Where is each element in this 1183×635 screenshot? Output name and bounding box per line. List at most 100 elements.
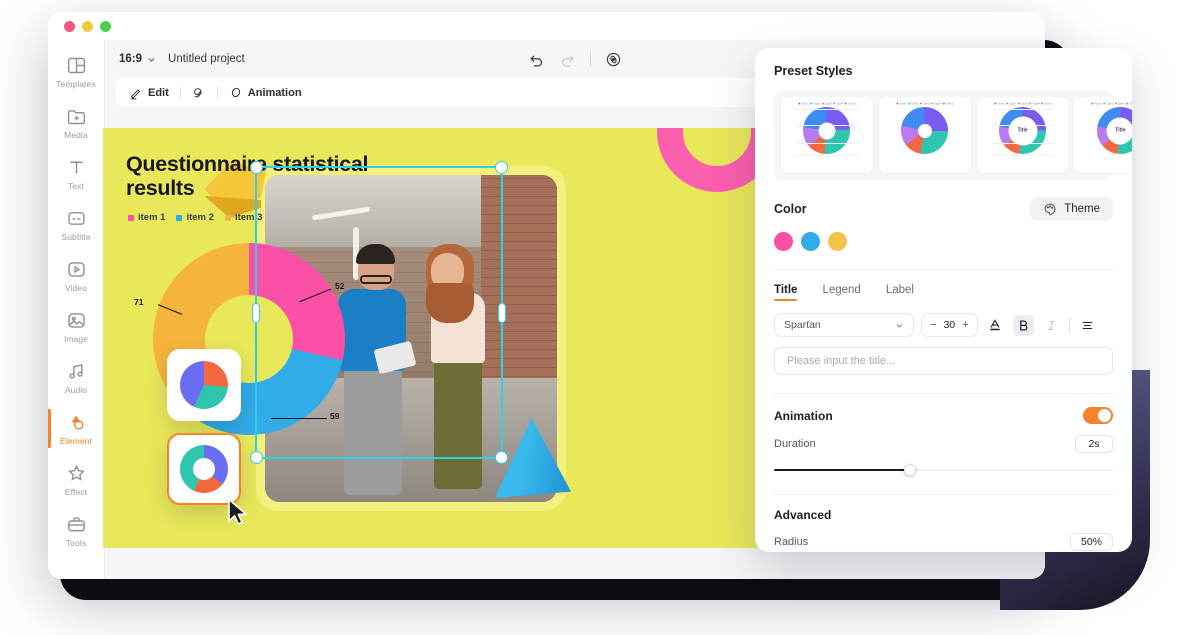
sidebar-item-video[interactable]: Video: [48, 250, 105, 301]
preset-legend-label: Type3: [1118, 102, 1126, 105]
duration-value[interactable]: 2s: [1075, 435, 1113, 453]
minimize-icon[interactable]: [82, 21, 93, 32]
resize-handle-w[interactable]: [252, 303, 260, 323]
preset-styles-list: Type1 Type2 Type3 Type4 Type5 Type1 Type…: [774, 90, 1113, 180]
animation-button[interactable]: Animation: [229, 86, 302, 100]
top-toolbar-actions: [528, 51, 622, 68]
pie-chart-thumb[interactable]: [167, 349, 241, 421]
resize-handle-nw[interactable]: [250, 161, 263, 174]
animation-icon: [229, 86, 243, 100]
effect-icon: [66, 463, 87, 484]
preset-ring: [803, 107, 850, 154]
templates-icon: [66, 55, 87, 76]
sidebar-item-element[interactable]: Element: [48, 403, 105, 454]
slide-chart-legend: item 1 item 2 item 3: [128, 212, 262, 223]
sidebar-item-effect[interactable]: Effect: [48, 454, 105, 505]
legend-item: item 2: [176, 212, 213, 223]
preset-legend-label: Type1: [1095, 102, 1103, 105]
redo-icon[interactable]: [559, 51, 576, 68]
legend-label: item 2: [186, 212, 213, 223]
toolbar-divider: [1069, 318, 1070, 332]
bold-button[interactable]: [1013, 315, 1034, 336]
project-name[interactable]: Untitled project: [168, 53, 245, 65]
pencil-icon: [129, 86, 143, 100]
resize-handle-sw[interactable]: [250, 451, 263, 464]
donut-chart-thumb[interactable]: [167, 433, 241, 505]
font-size-stepper[interactable]: − 30 +: [921, 313, 978, 337]
tab-legend[interactable]: Legend: [822, 284, 860, 301]
italic-button[interactable]: [1041, 315, 1062, 336]
preview-icon[interactable]: [605, 51, 622, 68]
preset-center: Title: [1107, 117, 1132, 144]
preset-center: [818, 122, 835, 139]
preset-style-3[interactable]: Type1 Type2 Type3 Type4 Type5 Title: [977, 97, 1069, 173]
sidebar-item-media[interactable]: Media: [48, 97, 105, 148]
radius-value[interactable]: 50%: [1070, 533, 1113, 551]
preset-style-4[interactable]: Type1 Type2 Type3 Type4 Type5 Title: [1074, 97, 1132, 173]
preset-legend: Type1 Type2 Type3 Type4 Type5: [896, 102, 953, 105]
selection-frame[interactable]: [255, 166, 503, 459]
animation-header: Animation: [774, 409, 833, 423]
window-titlebar: [48, 12, 1045, 40]
theme-button[interactable]: Theme: [1030, 197, 1113, 221]
duration-label: Duration: [774, 438, 816, 450]
edit-button[interactable]: Edit: [129, 86, 169, 100]
toolbar-divider: [217, 86, 218, 99]
preset-ring: Title: [999, 107, 1046, 154]
sidebar-item-tools[interactable]: Tools: [48, 505, 105, 556]
maximize-icon[interactable]: [100, 21, 111, 32]
tab-label[interactable]: Label: [886, 284, 914, 301]
preset-style-2[interactable]: Type1 Type2 Type3 Type4 Type5: [879, 97, 971, 173]
pie-chart-preview-icon: [180, 361, 228, 409]
italic-icon: [1045, 319, 1058, 332]
sidebar-item-text[interactable]: Text: [48, 148, 105, 199]
color-section-header-row: Color Theme: [774, 197, 1113, 221]
sidebar-item-templates[interactable]: Templates: [48, 46, 105, 97]
resize-handle-ne[interactable]: [495, 161, 508, 174]
undo-icon[interactable]: [528, 51, 545, 68]
font-family-select[interactable]: Spartan: [774, 313, 914, 337]
color-swatch-yellow[interactable]: [828, 232, 847, 251]
screenshot-stage: Templates Media: [0, 0, 1183, 635]
duration-slider-knob[interactable]: [904, 464, 916, 476]
preset-legend-label: Type2: [911, 102, 919, 105]
title-input[interactable]: [774, 347, 1113, 375]
preset-legend-label: Type3: [922, 102, 930, 105]
preset-legend-label: Type4: [934, 102, 942, 105]
font-family-value: Spartan: [784, 319, 821, 331]
font-size-increase[interactable]: +: [962, 320, 968, 331]
color-swatch-blue[interactable]: [801, 232, 820, 251]
preset-legend-label: Type4: [1130, 102, 1132, 105]
bold-icon: [1017, 319, 1030, 332]
edit-label: Edit: [148, 87, 169, 99]
image-icon: [66, 310, 87, 331]
animation-toggle[interactable]: [1083, 407, 1113, 424]
sidebar-item-image[interactable]: Image: [48, 301, 105, 352]
resize-handle-e[interactable]: [498, 303, 506, 323]
tab-title[interactable]: Title: [774, 284, 797, 301]
color-swatch-pink[interactable]: [774, 232, 793, 251]
preset-style-1[interactable]: Type1 Type2 Type3 Type4 Type5: [781, 97, 873, 173]
text-color-button[interactable]: [985, 315, 1006, 336]
sidebar-item-label: Image: [64, 334, 88, 344]
sidebar-item-subtitle[interactable]: Subtitle: [48, 199, 105, 250]
donut-chart-preview-icon: [180, 445, 228, 493]
layers-button[interactable]: [192, 86, 206, 100]
divider: [774, 494, 1113, 495]
aspect-ratio-selector[interactable]: 16:9: [119, 53, 156, 65]
text-color-icon: [988, 318, 1002, 332]
data-label-71: 71: [134, 297, 143, 307]
resize-handle-se[interactable]: [495, 451, 508, 464]
font-size-decrease[interactable]: −: [930, 320, 936, 331]
sidebar-item-label: Effect: [65, 487, 87, 497]
audio-icon: [66, 361, 87, 382]
left-sidebar: Templates Media: [48, 40, 105, 579]
media-icon: [66, 106, 87, 127]
sidebar-item-audio[interactable]: Audio: [48, 352, 105, 403]
close-icon[interactable]: [64, 21, 75, 32]
element-icon: [66, 412, 87, 433]
toolbar-divider: [590, 52, 591, 66]
align-button[interactable]: [1077, 315, 1098, 336]
subtitle-icon: [66, 208, 87, 229]
duration-slider[interactable]: [774, 464, 1113, 476]
